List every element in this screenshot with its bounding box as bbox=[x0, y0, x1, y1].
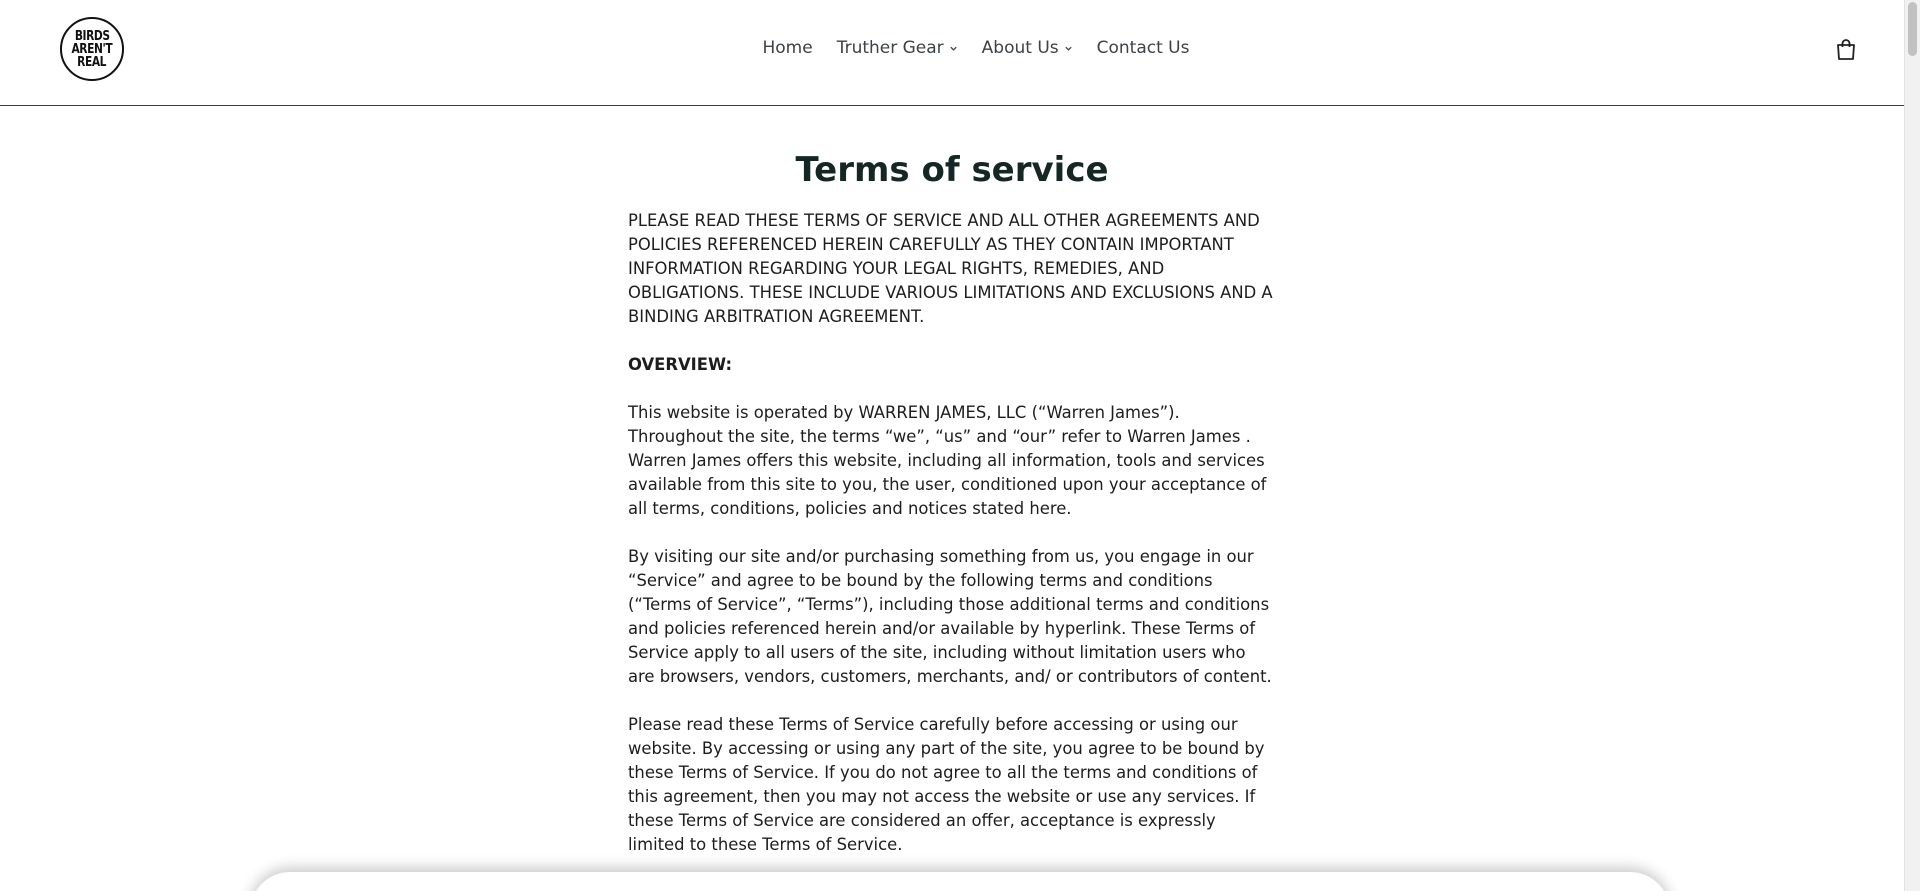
site-header: BIRDS AREN'T REAL Home Truther Gear Abou… bbox=[0, 0, 1904, 106]
nav-item-label: Truther Gear bbox=[836, 38, 944, 58]
chevron-down-icon bbox=[1064, 46, 1072, 51]
bottom-popup-edge bbox=[250, 872, 1670, 891]
chevron-down-icon bbox=[950, 46, 957, 51]
main-content: Terms of service PLEASE READ THESE TERMS… bbox=[628, 150, 1276, 881]
nav-item-contact-us[interactable]: Contact Us bbox=[1097, 38, 1190, 58]
overview-heading: OVERVIEW: bbox=[628, 354, 733, 374]
terms-paragraph: PLEASE READ THESE TERMS OF SERVICE AND A… bbox=[628, 210, 1273, 326]
terms-body: PLEASE READ THESE TERMS OF SERVICE AND A… bbox=[628, 209, 1276, 857]
nav-item-home[interactable]: Home bbox=[762, 38, 812, 58]
vertical-scrollbar[interactable] bbox=[1904, 0, 1920, 891]
terms-heading-paragraph: OVERVIEW: bbox=[628, 353, 1276, 377]
nav-item-label: About Us bbox=[981, 38, 1059, 58]
shopping-bag-icon[interactable] bbox=[1834, 38, 1858, 62]
terms-paragraph: Please read these Terms of Service caref… bbox=[628, 714, 1265, 854]
nav-item-truther-gear[interactable]: Truther Gear bbox=[837, 38, 958, 58]
terms-paragraph: By visiting our site and/or purchasing s… bbox=[628, 546, 1272, 686]
nav-item-label: Contact Us bbox=[1096, 38, 1190, 58]
page: BIRDS AREN'T REAL Home Truther Gear Abou… bbox=[0, 0, 1920, 891]
scrollbar-thumb[interactable] bbox=[1908, 2, 1917, 56]
page-title: Terms of service bbox=[795, 150, 1109, 190]
nav-item-about-us[interactable]: About Us bbox=[982, 38, 1073, 58]
terms-paragraph: This website is operated by WARREN JAMES… bbox=[628, 402, 1267, 518]
main-nav: Home Truther Gear About Us Contact Us bbox=[0, 38, 1904, 58]
nav-item-label: Home bbox=[762, 38, 813, 58]
